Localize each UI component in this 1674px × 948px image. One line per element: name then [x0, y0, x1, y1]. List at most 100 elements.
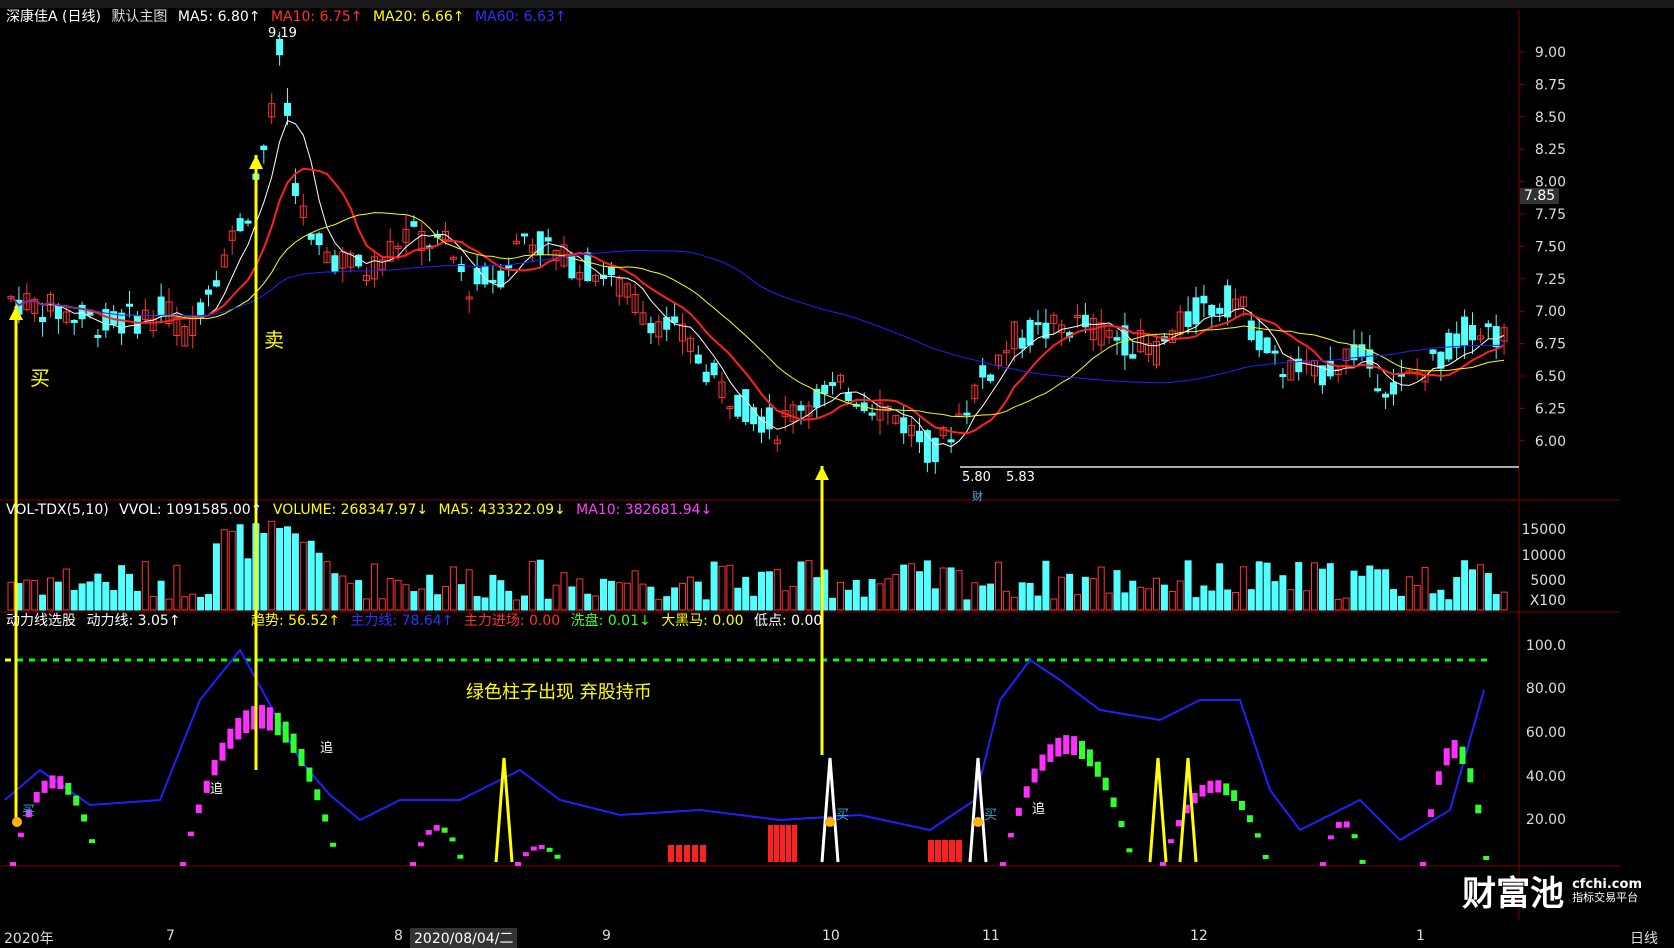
volume-bar: [813, 577, 821, 611]
volume-bar: [31, 580, 39, 611]
spike-signal: [494, 757, 514, 863]
entry-bar: [700, 845, 706, 862]
trend-bar: [1443, 748, 1450, 766]
candle-body: [126, 303, 133, 307]
trend-bar: [322, 814, 329, 822]
didian-label: 低点: 0.00: [753, 613, 823, 629]
entry-bar: [942, 840, 948, 862]
price-tick: 6.00: [1535, 434, 1566, 450]
volume-bar: [1469, 569, 1476, 611]
candle-body: [260, 145, 268, 151]
volume-bar: [442, 586, 449, 611]
candle-body: [410, 221, 418, 227]
volume-bar: [118, 565, 126, 611]
candle-body: [205, 289, 212, 295]
buy-annotation: 买: [30, 366, 50, 390]
volume-bar: [1453, 577, 1461, 611]
stock-name[interactable]: 深康佳A (日线): [6, 9, 101, 25]
trend-bar: [1427, 809, 1434, 818]
volume-bar: [497, 580, 505, 611]
volume-bar: [347, 582, 355, 611]
price-tick: 6.75: [1535, 337, 1566, 353]
trend-bar: [330, 842, 337, 847]
volume-bar: [1247, 589, 1255, 611]
x-label-12: 12: [1190, 928, 1208, 944]
entry-bar: [774, 825, 779, 862]
sell-annotation: 卖: [264, 328, 284, 352]
trend-bar: [211, 760, 218, 776]
volume-bar: [995, 561, 1002, 611]
volume-bar: [679, 582, 686, 611]
candle-body: [671, 316, 679, 323]
trend-bar: [290, 733, 297, 753]
candle-body: [94, 334, 102, 338]
volume-bar: [299, 541, 307, 611]
trend-bar: [410, 862, 416, 866]
volume-bar: [781, 590, 789, 611]
volume-bar: [607, 580, 615, 611]
trend-bar: [65, 782, 72, 795]
volume-bar: [126, 573, 133, 611]
main-chart-label[interactable]: 默认主图: [111, 9, 167, 25]
trend-bar: [1451, 740, 1458, 759]
volume-bar: [1200, 585, 1208, 611]
volume-bar: [971, 582, 979, 611]
volume-label: VOLUME: 268347.97↓: [272, 502, 429, 518]
zhui-label-1: 追: [210, 782, 224, 797]
candle-body: [1247, 320, 1255, 341]
candle-body: [70, 319, 78, 323]
volume-bar: [1358, 575, 1366, 611]
volume-bar: [465, 569, 473, 611]
volume-bar: [1476, 564, 1484, 611]
volume-bar: [1413, 584, 1421, 611]
volume-bar: [979, 585, 987, 611]
financial-tag[interactable]: 财: [972, 488, 983, 504]
trend-bar: [274, 712, 281, 736]
volume-bar: [742, 576, 750, 611]
volume-bar: [1050, 598, 1058, 611]
volume-bar: [1105, 592, 1113, 611]
volume-bar: [789, 585, 797, 611]
volume-bar: [829, 597, 837, 611]
volume-bar: [987, 583, 995, 611]
x-label-8: 8: [394, 928, 403, 944]
trend-bar: [235, 717, 242, 740]
entry-bar: [692, 845, 698, 862]
candle-body: [1469, 325, 1476, 341]
candle-body: [987, 374, 995, 382]
candle-body: [54, 305, 62, 319]
candle-body: [78, 304, 86, 320]
period-label[interactable]: 日线: [1630, 928, 1658, 948]
ma5-label: MA5: 6.80↑: [177, 9, 261, 25]
volume-bar: [355, 580, 363, 611]
volume-bar: [647, 586, 655, 611]
cfchi-logo: 财富池 cfchi.com 指标交易平台: [1462, 866, 1642, 915]
green-bar-note: 绿色柱子出现 弃股持币: [466, 682, 652, 703]
candle-body: [963, 412, 971, 416]
candle-body: [212, 280, 220, 287]
vvol-label: VVOL: 1091585.00↑: [119, 502, 263, 518]
price-tick: 7.75: [1535, 207, 1566, 223]
sell-arrow-head: [249, 155, 263, 169]
candle-body: [536, 231, 544, 256]
volume-title[interactable]: VOL-TDX(5,10): [6, 502, 109, 518]
volume-bar: [86, 581, 94, 611]
ma20-label: MA20: 6.66↑: [372, 9, 465, 25]
volume-bar: [837, 581, 844, 611]
trend-bar: [1459, 746, 1466, 764]
volume-bar: [481, 597, 489, 611]
candle-body: [829, 382, 837, 386]
indicator-title[interactable]: 动力线选股: [6, 613, 76, 629]
trend-bar: [546, 847, 553, 852]
trend-bar: [1063, 735, 1070, 755]
volume-bar: [268, 520, 276, 611]
candle-body: [1034, 322, 1042, 326]
trend-bar: [10, 862, 16, 866]
volume-bar: [1421, 566, 1429, 611]
candle-body: [900, 417, 908, 434]
candle-body: [544, 237, 552, 242]
volume-bar: [449, 566, 457, 611]
trend-bar: [1435, 771, 1442, 785]
ma10-label: MA10: 6.75↑: [270, 9, 363, 25]
volume-bar: [963, 599, 971, 611]
